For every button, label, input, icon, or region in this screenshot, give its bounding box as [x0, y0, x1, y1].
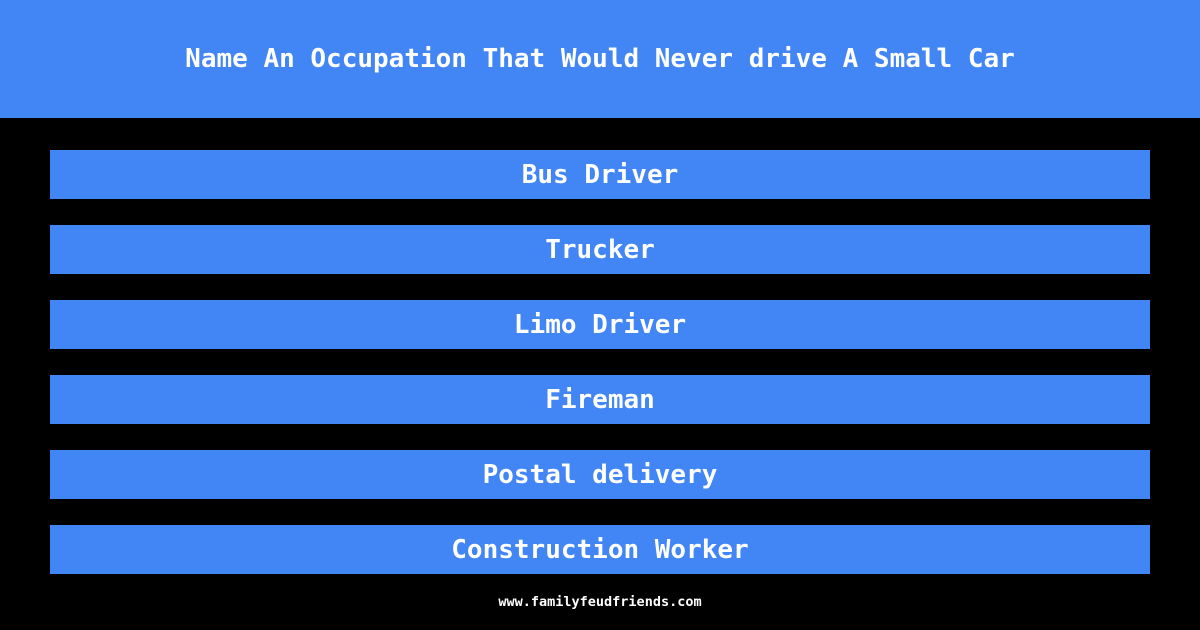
answer-bar-5[interactable]: Postal delivery	[50, 450, 1150, 499]
answer-bar-1[interactable]: Bus Driver	[50, 150, 1150, 199]
answers-list: Bus Driver Trucker Limo Driver Fireman P…	[0, 118, 1200, 575]
site-url-link[interactable]: www.familyfeudfriends.com	[498, 595, 701, 610]
answer-label-2: Trucker	[545, 234, 655, 265]
answer-bar-4[interactable]: Fireman	[50, 375, 1150, 424]
answer-label-6: Construction Worker	[451, 534, 749, 565]
family-feud-answer-card: Name An Occupation That Would Never driv…	[0, 0, 1200, 630]
answer-label-4: Fireman	[545, 384, 655, 415]
answer-bar-2[interactable]: Trucker	[50, 225, 1150, 274]
question-header-band: Name An Occupation That Would Never driv…	[0, 0, 1200, 118]
answer-bar-3[interactable]: Limo Driver	[50, 300, 1150, 349]
answer-label-1: Bus Driver	[521, 159, 679, 190]
answer-label-3: Limo Driver	[513, 309, 687, 340]
footer-bar: www.familyfeudfriends.com	[0, 575, 1200, 630]
question-title: Name An Occupation That Would Never driv…	[185, 44, 1015, 74]
answer-label-5: Postal delivery	[482, 459, 718, 490]
answer-bar-6[interactable]: Construction Worker	[50, 525, 1150, 574]
